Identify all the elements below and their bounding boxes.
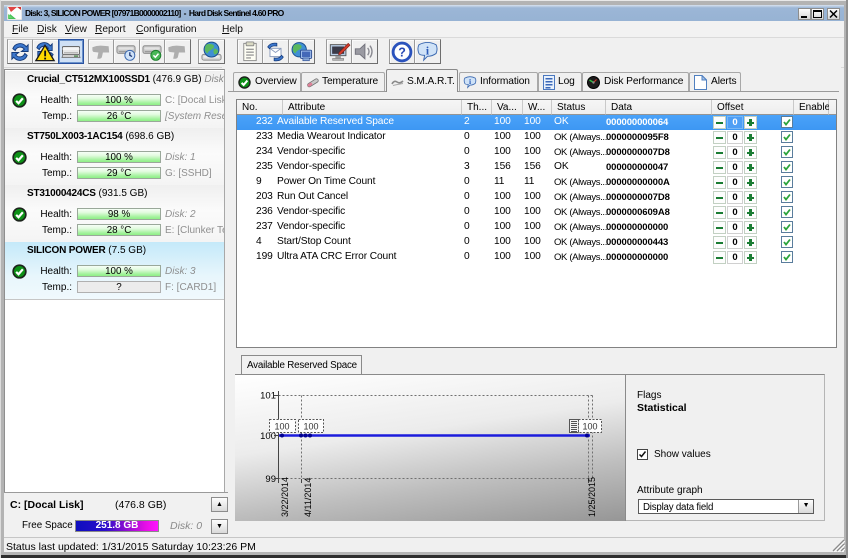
svg-text:100: 100: [303, 422, 318, 432]
svg-text:99: 99: [265, 474, 276, 485]
svg-text:3/22/2014: 3/22/2014: [280, 477, 290, 517]
svg-text:1/25/2015: 1/25/2015: [587, 477, 597, 517]
svg-text:?: ?: [398, 45, 406, 59]
svg-text:4/11/2014: 4/11/2014: [303, 478, 313, 517]
svg-text:i: i: [469, 77, 471, 86]
svg-text:100: 100: [582, 422, 597, 432]
svg-text:101: 101: [260, 391, 276, 402]
svg-text:100: 100: [274, 422, 289, 432]
